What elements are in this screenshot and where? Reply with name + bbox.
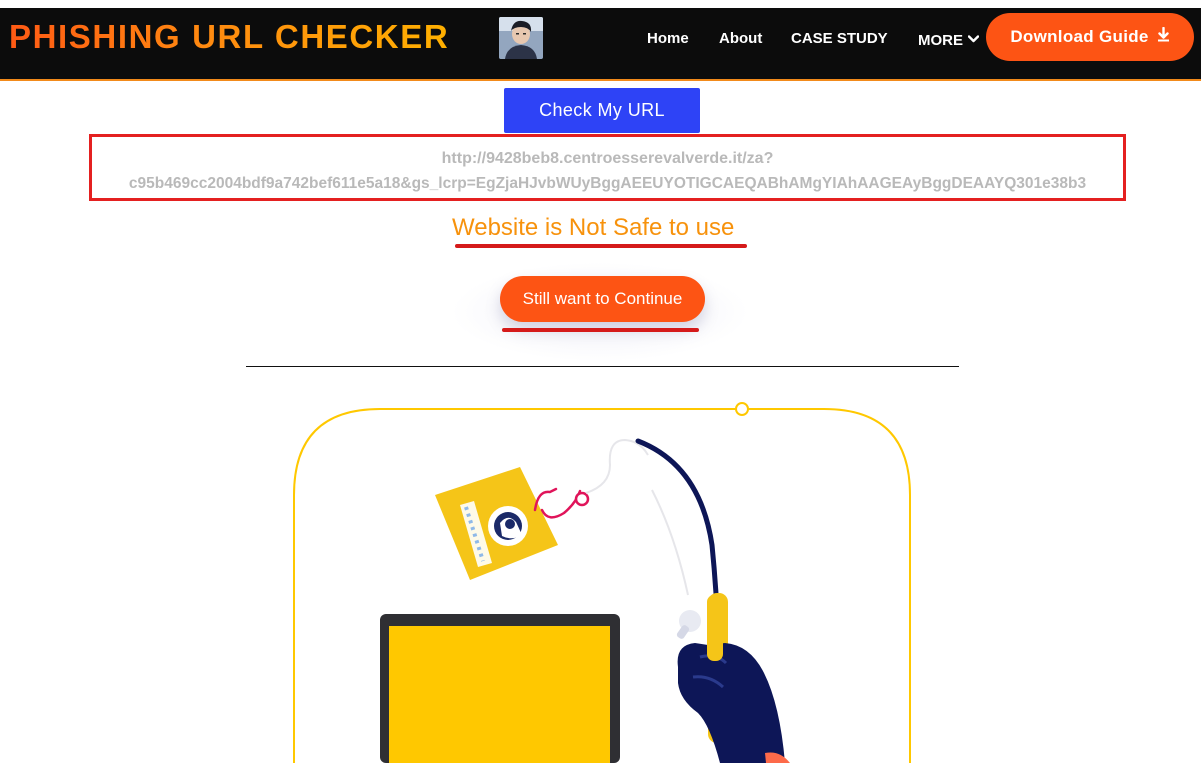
download-guide-label: Download Guide	[1010, 27, 1149, 46]
avatar-image	[499, 17, 543, 59]
nav-more[interactable]: MORE	[918, 30, 980, 49]
top-strip	[0, 0, 1201, 8]
fishing-line	[585, 438, 649, 494]
safety-warning-text: Website is Not Safe to use	[452, 214, 735, 241]
page: PHISHING URL CHECKER Home About CASE STU…	[0, 0, 1201, 763]
nav-more-label: MORE	[918, 32, 963, 49]
nav-home[interactable]: Home	[647, 30, 689, 47]
download-guide-button[interactable]: Download Guide	[986, 13, 1194, 61]
avatar[interactable]	[499, 17, 543, 59]
section-divider	[246, 366, 959, 367]
nav-about[interactable]: About	[719, 30, 762, 47]
check-url-button[interactable]: Check My URL	[504, 88, 700, 133]
gloved-hand-icon	[677, 643, 785, 763]
warning-underline	[455, 244, 747, 248]
brand-title[interactable]: PHISHING URL CHECKER	[9, 18, 449, 56]
laptop-icon	[380, 614, 620, 763]
checked-url-box: http://9428beb8.centroesserevalverde.it/…	[89, 134, 1126, 201]
download-icon	[1157, 26, 1170, 47]
continue-anyway-button[interactable]: Still want to Continue	[500, 276, 705, 322]
phishing-illustration	[280, 395, 930, 763]
checked-url-line-2: c95b469cc2004bdf9a742bef611e5a18&gs_lcrp…	[128, 175, 1087, 192]
checked-url-line-1: http://9428beb8.centroesserevalverde.it/…	[441, 150, 774, 167]
nav-case-study[interactable]: CASE STUDY	[791, 30, 888, 47]
navbar: PHISHING URL CHECKER Home About CASE STU…	[0, 8, 1201, 81]
id-card-bait-icon	[435, 467, 558, 580]
frame-node-icon	[735, 402, 749, 416]
continue-underline	[502, 328, 699, 332]
chevron-down-icon	[967, 30, 980, 47]
